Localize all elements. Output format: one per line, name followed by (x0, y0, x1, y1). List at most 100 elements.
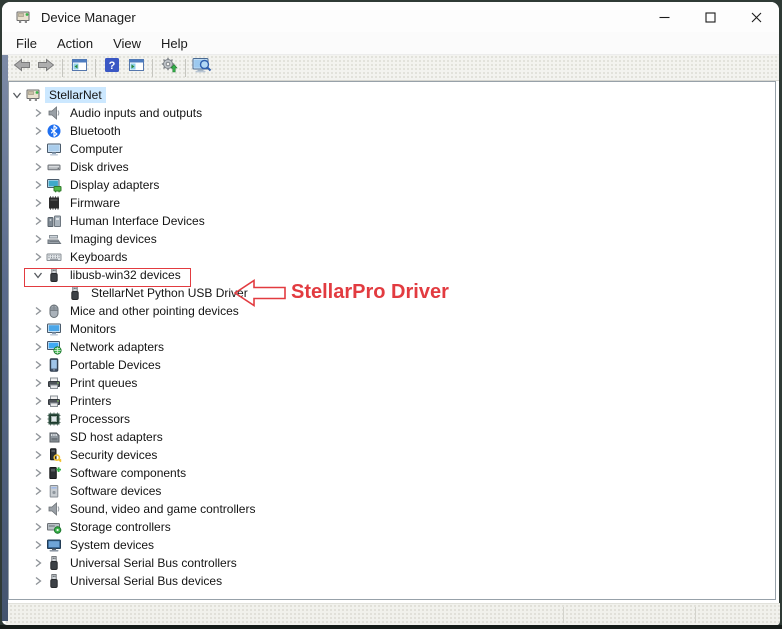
menu-action[interactable]: Action (49, 33, 101, 54)
tree-item-storage-controllers[interactable]: Storage controllers (9, 518, 775, 536)
chevron-down-icon[interactable] (32, 268, 44, 282)
tree-item-mice-and-other-pointing-devices[interactable]: Mice and other pointing devices (9, 302, 775, 320)
tree-item-network-adapters[interactable]: Network adapters (9, 338, 775, 356)
chevron-right-icon[interactable] (32, 466, 44, 480)
chevron-right-icon[interactable] (32, 250, 44, 264)
tree-item-label: Human Interface Devices (70, 214, 205, 228)
chevron-down-icon[interactable] (11, 88, 23, 102)
chevron-right-icon[interactable] (32, 448, 44, 462)
usb-plug-icon (46, 555, 62, 571)
chevron-right-icon[interactable] (32, 574, 44, 588)
tree-item-label: Security devices (70, 448, 158, 462)
tree-item-security-devices[interactable]: Security devices (9, 446, 775, 464)
tree-item-print-queues[interactable]: Print queues (9, 374, 775, 392)
back-button[interactable] (10, 57, 34, 79)
sd-card-icon (46, 429, 62, 445)
chevron-right-icon[interactable] (32, 196, 44, 210)
chevron-right-icon[interactable] (32, 178, 44, 192)
chevron-right-icon[interactable] (32, 394, 44, 408)
chevron-right-icon[interactable] (32, 124, 44, 138)
close-icon (751, 12, 762, 23)
chevron-right-icon[interactable] (32, 322, 44, 336)
help-icon: ? (104, 57, 120, 78)
help-button[interactable]: ? (100, 57, 124, 79)
minimize-button[interactable] (641, 2, 687, 32)
chevron-right-icon[interactable] (32, 376, 44, 390)
monitor-icon (46, 321, 62, 337)
chevron-right-icon[interactable] (32, 214, 44, 228)
usb-plug-icon (46, 267, 62, 283)
window-title: Device Manager (41, 9, 136, 25)
tree-item-software-components[interactable]: Software components (9, 464, 775, 482)
action-pane-toggle-button[interactable] (124, 57, 148, 79)
tree-item-system-devices[interactable]: System devices (9, 536, 775, 554)
scan-hardware-changes-button[interactable] (190, 57, 214, 79)
tree-item-universal-serial-bus-devices[interactable]: Universal Serial Bus devices (9, 572, 775, 590)
device-manager-icon (15, 9, 32, 26)
console-tree-toggle-button[interactable] (67, 57, 91, 79)
tree-item-label: SD host adapters (70, 430, 163, 444)
printer-icon (46, 375, 62, 391)
tree-item-printers[interactable]: Printers (9, 392, 775, 410)
chevron-right-icon[interactable] (32, 430, 44, 444)
chevron-right-icon[interactable] (32, 502, 44, 516)
tree-item-portable-devices[interactable]: Portable Devices (9, 356, 775, 374)
scan-computer-icon (192, 57, 212, 79)
chevron-right-icon[interactable] (32, 412, 44, 426)
menu-help[interactable]: Help (153, 33, 196, 54)
computer-icon (46, 141, 62, 157)
chevron-right-icon[interactable] (32, 160, 44, 174)
arrow-left-icon (13, 57, 31, 78)
tree-item-audio-inputs-and-outputs[interactable]: Audio inputs and outputs (9, 104, 775, 122)
device-tree: StellarNet Audio inputs and outputs Blueto… (9, 82, 775, 599)
toolbar: ? (2, 55, 779, 81)
speaker-icon (46, 105, 62, 121)
hid-devices-icon (46, 213, 62, 229)
console-tree-icon (71, 57, 88, 78)
tree-item-software-devices[interactable]: Software devices (9, 482, 775, 500)
chevron-right-icon[interactable] (32, 340, 44, 354)
tree-item-label: StellarNet Python USB Driver (91, 286, 248, 300)
tree-item-stellarnet-python-usb-driver[interactable]: StellarNet Python USB Driver (9, 284, 775, 302)
chevron-right-icon[interactable] (32, 556, 44, 570)
software-device-icon (46, 483, 62, 499)
tree-item-universal-serial-bus-controllers[interactable]: Universal Serial Bus controllers (9, 554, 775, 572)
system-device-icon (46, 537, 62, 553)
close-button[interactable] (733, 2, 779, 32)
tree-item-firmware[interactable]: Firmware (9, 194, 775, 212)
chevron-right-icon[interactable] (32, 484, 44, 498)
chevron-right-icon[interactable] (32, 232, 44, 246)
menu-file[interactable]: File (8, 33, 45, 54)
title-bar: Device Manager (2, 2, 779, 32)
tree-item-stellarnet[interactable]: StellarNet (9, 86, 775, 104)
tree-item-label: Universal Serial Bus controllers (70, 556, 237, 570)
chevron-right-icon[interactable] (32, 538, 44, 552)
chevron-right-icon[interactable] (32, 358, 44, 372)
display-adapter-icon (46, 177, 62, 193)
forward-button[interactable] (34, 57, 58, 79)
chevron-right-icon[interactable] (32, 520, 44, 534)
tree-item-display-adapters[interactable]: Display adapters (9, 176, 775, 194)
tree-item-monitors[interactable]: Monitors (9, 320, 775, 338)
update-driver-button[interactable] (157, 57, 181, 79)
tree-item-human-interface-devices[interactable]: Human Interface Devices (9, 212, 775, 230)
tree-item-label: Keyboards (70, 250, 128, 264)
tree-item-processors[interactable]: Processors (9, 410, 775, 428)
tree-item-sound-video-and-game-controllers[interactable]: Sound, video and game controllers (9, 500, 775, 518)
tree-item-bluetooth[interactable]: Bluetooth (9, 122, 775, 140)
tree-item-computer[interactable]: Computer (9, 140, 775, 158)
tree-item-disk-drives[interactable]: Disk drives (9, 158, 775, 176)
menu-view[interactable]: View (105, 33, 149, 54)
tree-item-libusb-win32-devices[interactable]: libusb-win32 devices (9, 266, 775, 284)
maximize-button[interactable] (687, 2, 733, 32)
tree-item-keyboards[interactable]: Keyboards (9, 248, 775, 266)
tree-item-sd-host-adapters[interactable]: SD host adapters (9, 428, 775, 446)
network-adapter-icon (46, 339, 62, 355)
chevron-right-icon[interactable] (32, 106, 44, 120)
chevron-right-icon[interactable] (32, 142, 44, 156)
action-pane-icon (128, 57, 145, 78)
tree-item-label: Imaging devices (70, 232, 157, 246)
tree-item-imaging-devices[interactable]: Imaging devices (9, 230, 775, 248)
chevron-right-icon[interactable] (32, 304, 44, 318)
